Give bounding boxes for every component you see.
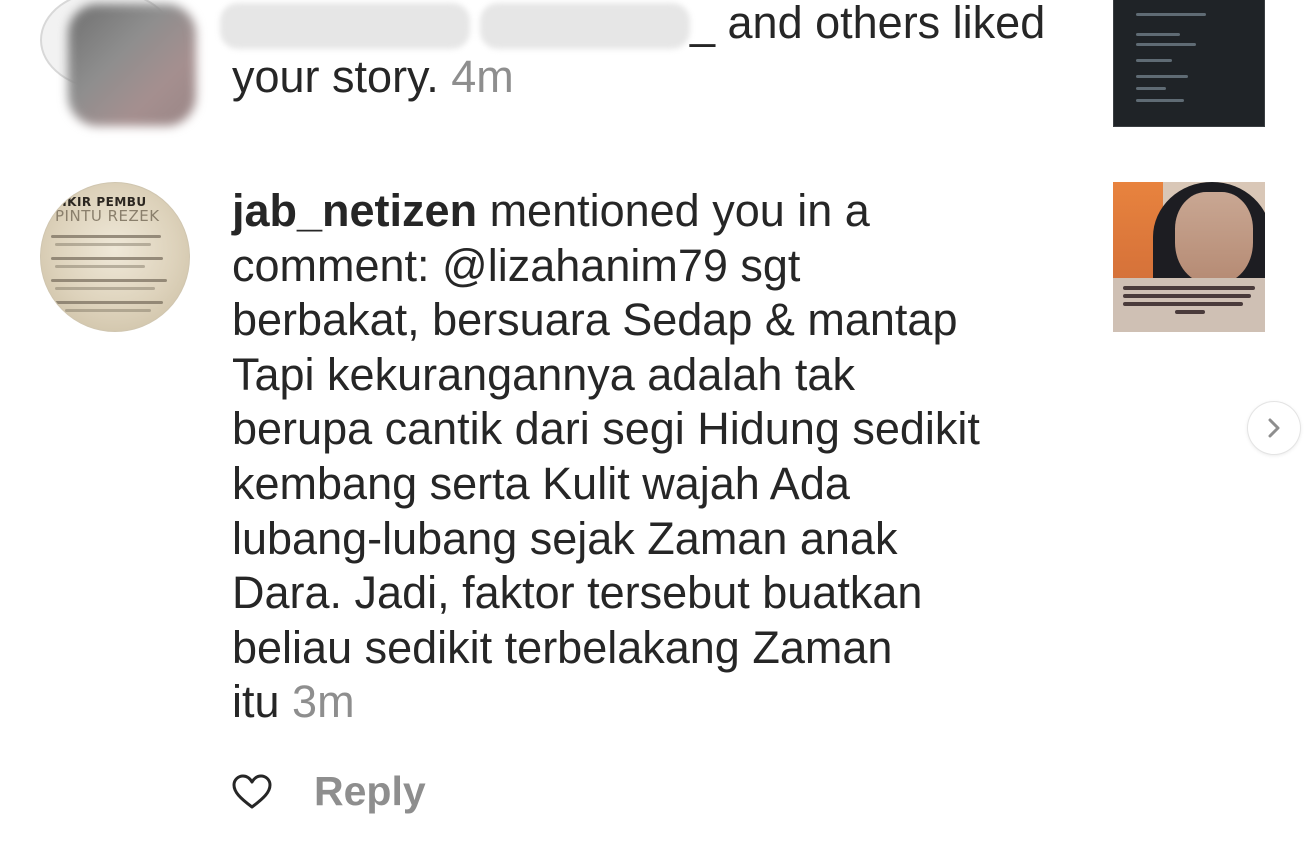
- thumb-line: [1136, 33, 1180, 36]
- poster-line: [55, 301, 163, 304]
- thumb-face: [1175, 192, 1253, 284]
- comment-line: lubang-lubang sejak Zaman anak: [232, 512, 898, 564]
- thumb-line: [1136, 43, 1196, 46]
- poster-line: [51, 279, 167, 282]
- comment-line: berupa cantik dari segi Hidung sedikit: [232, 403, 980, 455]
- thumb-line: [1136, 13, 1206, 16]
- poster-line: [51, 257, 163, 260]
- poster-line: [51, 235, 161, 238]
- story-like-suffix: _ and others liked: [690, 0, 1046, 48]
- thumb-line: [1136, 59, 1172, 62]
- thumb-caption-line: [1123, 302, 1243, 306]
- thumb-line: [1136, 87, 1166, 90]
- mentioner-avatar[interactable]: ZIKIR PEMBU PINTU REZEK: [40, 182, 190, 332]
- heart-outline-icon[interactable]: [230, 770, 274, 814]
- story-like-line2: your story.: [232, 51, 439, 102]
- avatar-poster-subtitle: PINTU REZEK: [55, 207, 160, 225]
- story-thumbnail[interactable]: [1113, 0, 1265, 127]
- mention-intro: mentioned you in a: [477, 185, 870, 236]
- redacted-username-2: [480, 3, 690, 50]
- poster-line: [55, 243, 151, 246]
- poster-line: [55, 265, 145, 268]
- avatar-blurred-image: [68, 4, 196, 126]
- mention-notification-text[interactable]: jab_netizen mentioned you in a comment: …: [232, 184, 1082, 730]
- thumb-line: [1136, 99, 1184, 102]
- post-thumbnail[interactable]: [1113, 182, 1265, 332]
- thumb-caption-line: [1123, 294, 1251, 298]
- liker-avatar[interactable]: [40, 0, 200, 135]
- thumb-line: [1136, 75, 1188, 78]
- mention-username[interactable]: jab_netizen: [232, 185, 477, 236]
- thumb-caption-line: [1123, 286, 1255, 290]
- redacted-username-1: [220, 3, 470, 50]
- mention-timestamp: 3m: [292, 676, 355, 728]
- poster-line: [55, 287, 155, 290]
- story-like-notification-text[interactable]: _ and others liked your story. 4m: [220, 0, 1092, 104]
- comment-line: berbakat, bersuara Sedap & mantap: [232, 294, 958, 346]
- poster-line: [65, 309, 151, 312]
- comment-last-word: itu: [232, 676, 280, 728]
- comment-line: beliau sedikit terbelakang Zaman: [232, 621, 893, 673]
- comment-line: kembang serta Kulit wajah Ada: [232, 457, 850, 509]
- comment-line: Dara. Jadi, faktor tersebut buatkan: [232, 567, 923, 619]
- comment-line: Tapi kekurangannya adalah tak: [232, 348, 855, 400]
- thumb-caption-line: [1175, 310, 1205, 314]
- comment-line: comment: @lizahanim79 sgt: [232, 239, 801, 291]
- notifications-page: _ and others liked your story. 4m ZIKIR …: [0, 0, 1310, 847]
- story-like-timestamp: 4m: [451, 51, 514, 102]
- reply-button[interactable]: Reply: [314, 768, 426, 815]
- chevron-right-icon[interactable]: [1248, 402, 1300, 454]
